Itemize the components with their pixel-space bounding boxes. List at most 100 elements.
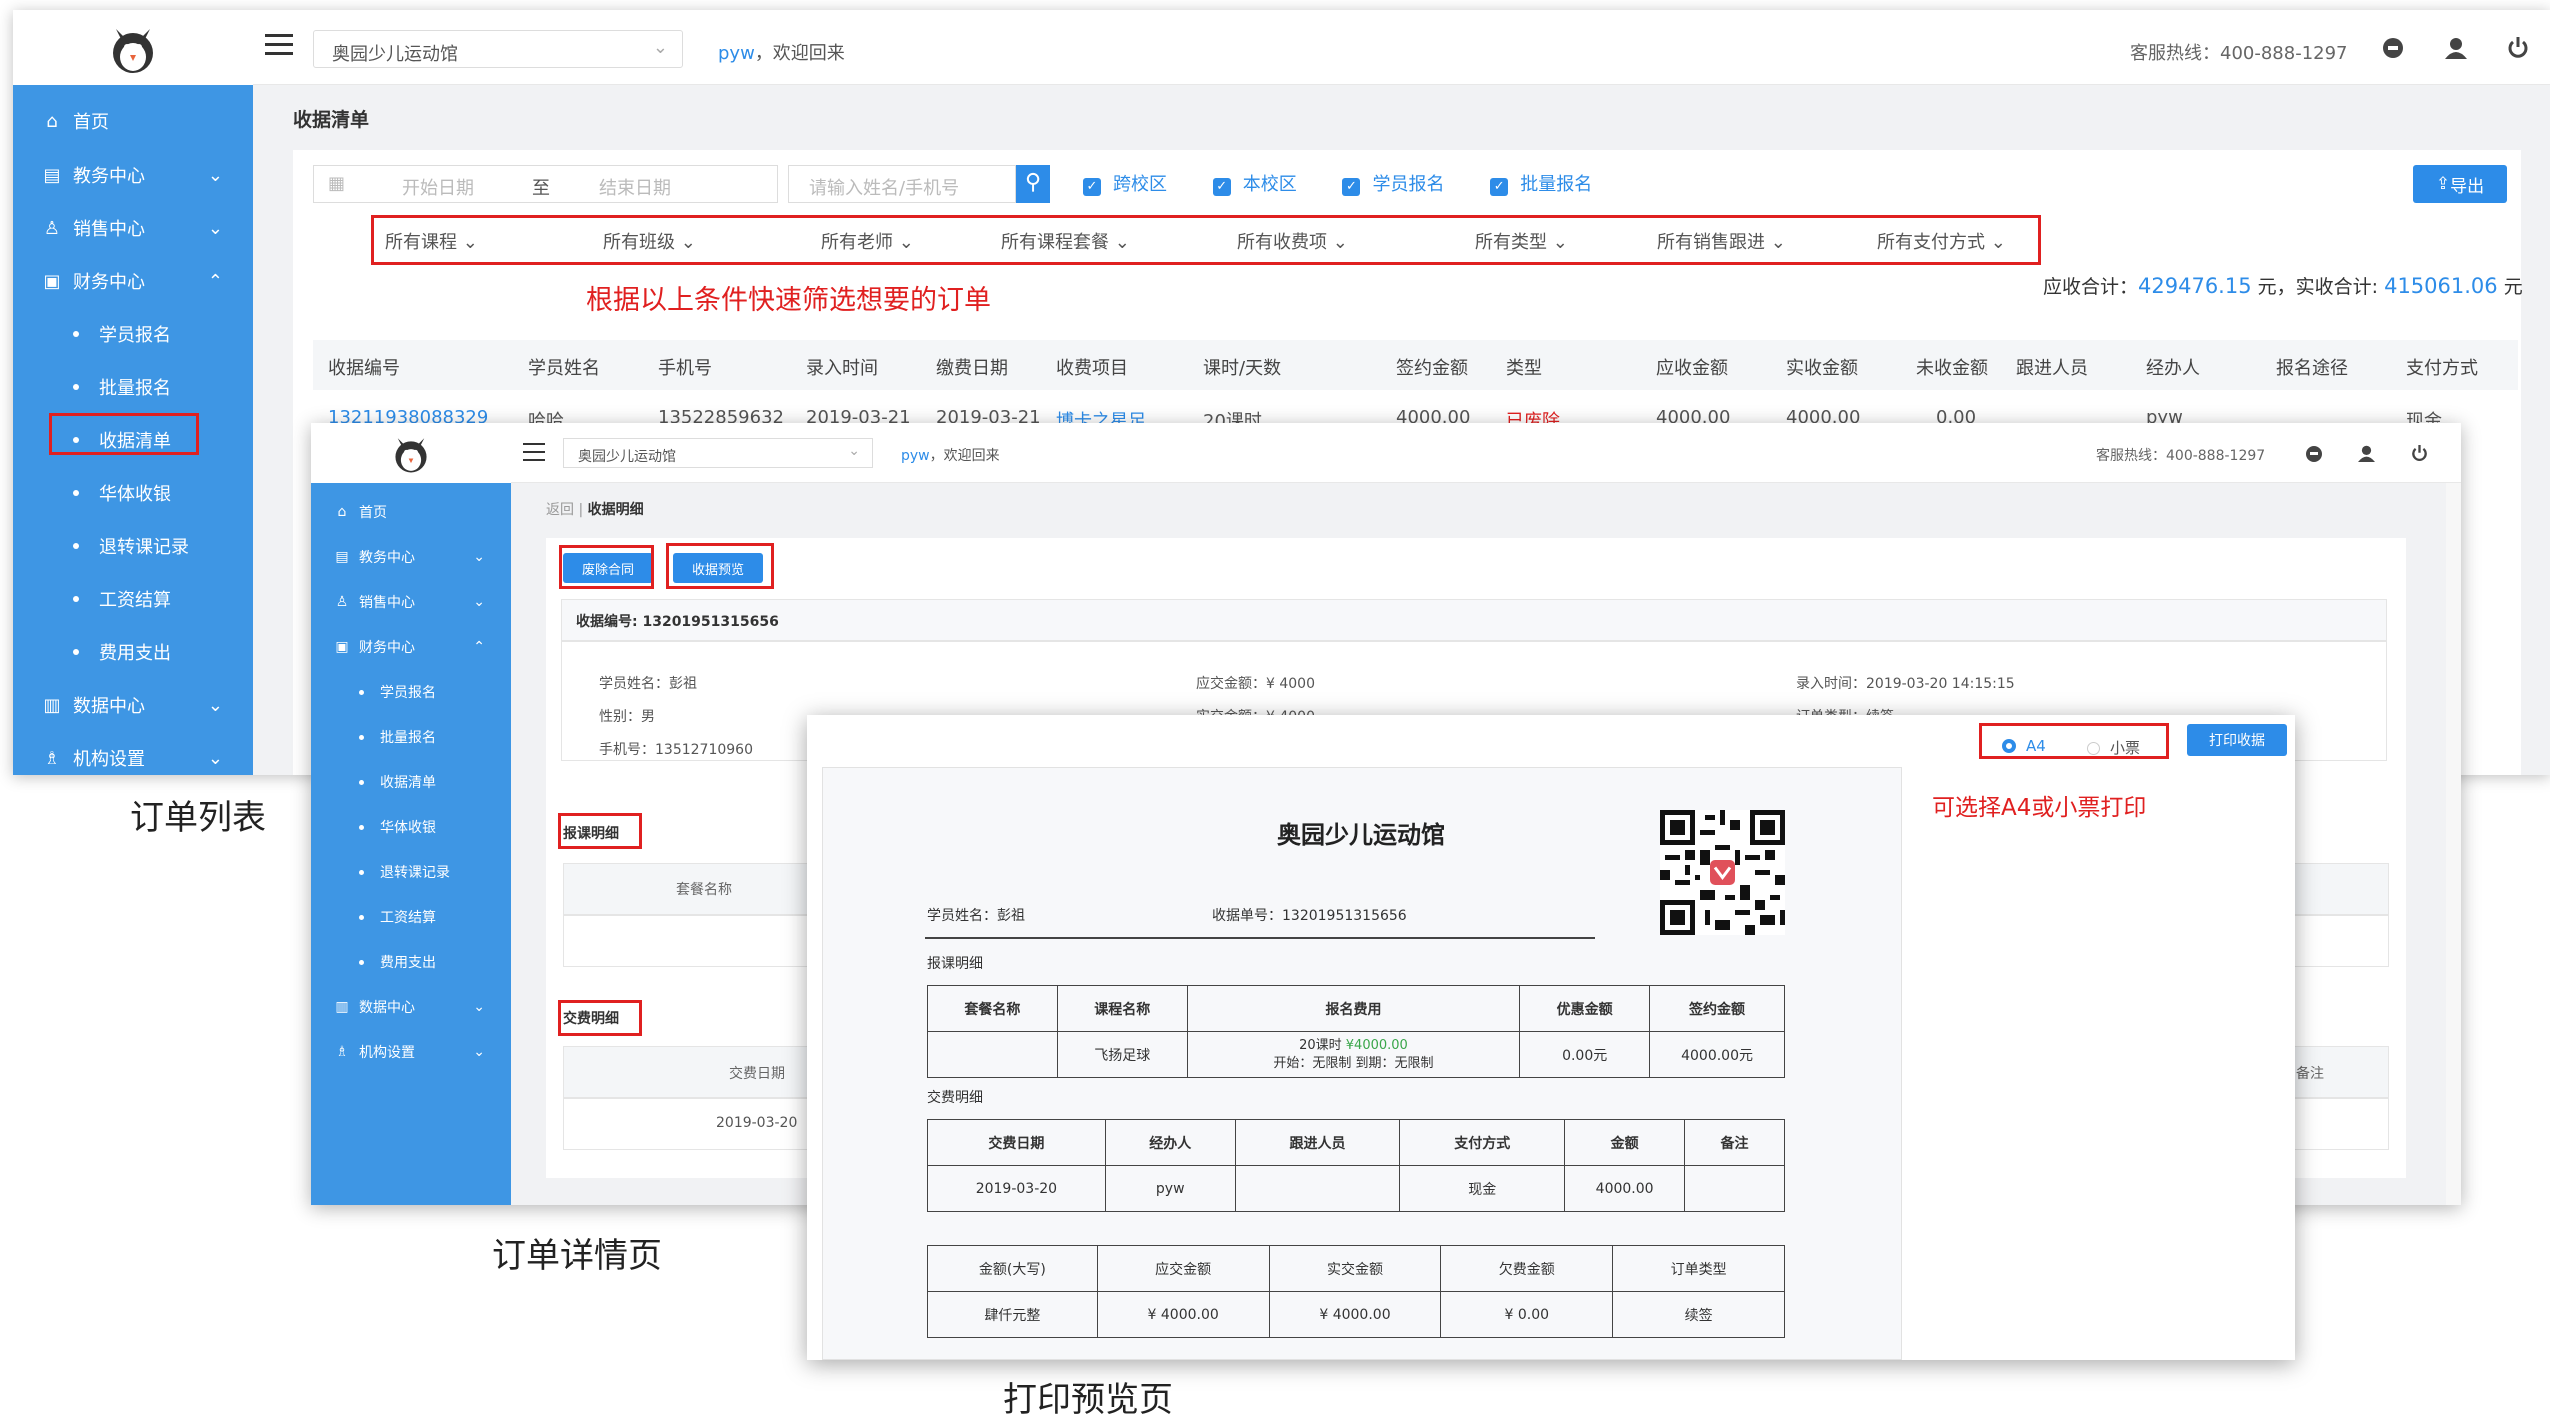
back-link[interactable]: 返回 [546, 502, 574, 518]
filter-annotation: 根据以上条件快速筛选想要的订单 [586, 285, 991, 316]
chevron-down-icon: ⌄ [473, 549, 485, 565]
menu-org[interactable]: ♗ 机构设置 ⌄ [311, 1037, 511, 1067]
submenu-item[interactable]: 费用支出 [311, 947, 511, 977]
scrollbar[interactable] [2446, 483, 2461, 1205]
print-annotation: 可选择A4或小票打印 [1932, 795, 2147, 821]
hamburger-icon[interactable] [265, 34, 293, 55]
chevron-up-icon: ⌃ [473, 639, 485, 655]
org-icon: ♗ [43, 747, 61, 769]
chevron-down-icon: ⌄ [207, 747, 223, 769]
submenu-item[interactable]: 华体收银 [13, 475, 253, 511]
checkbox-this-campus[interactable]: ✓ 本校区 [1212, 174, 1297, 196]
message-icon[interactable] [2306, 446, 2322, 462]
date-range[interactable]: ▦ 开始日期 至 结束日期 [313, 165, 778, 203]
welcome-text: pyw，欢迎回来 [718, 43, 845, 64]
filter-sales[interactable]: 所有销售跟进 ⌄ [1657, 228, 1786, 254]
submenu-item[interactable]: 费用支出 [13, 634, 253, 670]
top-bar: 奥园少儿运动馆 ⌄ pyw，欢迎回来 客服热线：400-888-1297 [311, 423, 2461, 483]
filter-package[interactable]: 所有课程套餐 ⌄ [1001, 228, 1130, 254]
home-icon: ⌂ [46, 110, 58, 132]
menu-finance[interactable]: ▣ 财务中心 ⌃ [13, 263, 253, 299]
breadcrumb: 返回 | 收据明细 [546, 502, 644, 518]
power-icon[interactable] [2507, 36, 2529, 64]
checkbox-cross-campus[interactable]: ✓ 跨校区 [1083, 174, 1167, 196]
submenu-item[interactable]: 学员报名 [13, 316, 253, 352]
print-preview-screenshot: A4 小票 打印收据 可选择A4或小票打印 奥园少儿运动馆 学员姓名：彭祖 收据… [807, 715, 2295, 1360]
search-icon[interactable]: ⚲ [1016, 165, 1050, 203]
print-course-table: 套餐名称 课程名称 报名费用 优惠金额 签约金额 飞扬足球 20课时 ¥4000… [927, 985, 1785, 1078]
hotline-text: 客服热线：400-888-1297 [2096, 448, 2266, 464]
submenu-item[interactable]: 工资结算 [13, 581, 253, 617]
home-icon: ⌂ [337, 504, 347, 520]
menu-academic[interactable]: ▤ 教务中心 ⌄ [13, 157, 253, 193]
submenu-item[interactable]: 工资结算 [311, 902, 511, 932]
chevron-down-icon: ⌄ [207, 694, 223, 716]
chevron-down-icon: ⌄ [207, 164, 223, 186]
divider [925, 937, 1595, 939]
top-bar: 奥园少儿运动馆 ⌄ pyw，欢迎回来 客服热线：400-888-1297 [13, 10, 2550, 85]
school-select[interactable]: 奥园少儿运动馆 ⌄ [313, 30, 683, 68]
menu-org[interactable]: ♗ 机构设置 ⌄ [13, 740, 253, 775]
penguin-logo-icon [113, 28, 153, 73]
user-icon[interactable] [2358, 445, 2375, 466]
totals: 应收合计：429476.15 元，实收合计: 415061.06 元 [2043, 274, 2523, 298]
filter-teacher[interactable]: 所有老师 ⌄ [821, 228, 914, 254]
qr-code-icon [1660, 810, 1785, 939]
menu-finance[interactable]: ▣ 财务中心 ⌃ [311, 632, 511, 662]
highlight-paper-options [1979, 723, 2169, 759]
chart-icon: ▥ [43, 694, 61, 716]
submenu-item[interactable]: 退转课记录 [311, 857, 511, 887]
submenu-item[interactable]: 批量报名 [13, 369, 253, 405]
chevron-down-icon: ⌄ [473, 999, 485, 1015]
menu-data[interactable]: ▥ 数据中心 ⌄ [311, 992, 511, 1022]
hotline-text: 客服热线：400-888-1297 [2130, 43, 2348, 64]
print-button[interactable]: 打印收据 [2187, 724, 2287, 756]
highlight-submenu [49, 413, 199, 455]
menu-home[interactable]: ⌂ 首页 [13, 103, 253, 139]
welcome-text: pyw，欢迎回来 [901, 448, 1000, 464]
search-input[interactable]: 请输入姓名/手机号 [788, 165, 1016, 203]
submenu-item[interactable]: 批量报名 [311, 722, 511, 752]
export-icon: ⇪ [2435, 174, 2451, 194]
chevron-up-icon: ⌃ [207, 270, 223, 292]
caption-detail: 订单详情页 [492, 1236, 662, 1276]
filter-class[interactable]: 所有班级 ⌄ [603, 228, 696, 254]
hamburger-icon[interactable] [523, 443, 545, 461]
caption-list: 订单列表 [130, 798, 266, 838]
print-pay-table: 交费日期 经办人 跟进人员 支付方式 金额 备注 2019-03-20 pyw … [927, 1119, 1785, 1212]
highlight-preview [666, 543, 774, 589]
menu-data[interactable]: ▥ 数据中心 ⌄ [13, 687, 253, 723]
chevron-down-icon: ⌄ [473, 594, 485, 610]
menu-sales[interactable]: ♙ 销售中心 ⌄ [13, 210, 253, 246]
filter-fee-item[interactable]: 所有收费项 ⌄ [1237, 228, 1348, 254]
submenu-item[interactable]: 学员报名 [311, 677, 511, 707]
message-icon[interactable] [2383, 38, 2403, 58]
user-icon[interactable] [2445, 37, 2467, 63]
filter-type[interactable]: 所有类型 ⌄ [1475, 228, 1568, 254]
page-title: 收据清单 [293, 109, 370, 131]
menu-academic[interactable]: ▤ 教务中心 ⌄ [311, 542, 511, 572]
chevron-down-icon: ⌄ [473, 1044, 485, 1060]
export-button[interactable]: ⇪ 导出 [2413, 165, 2507, 203]
checkbox-student-enroll[interactable]: ✓ 学员报名 [1342, 174, 1444, 196]
print-course-section: 报课明细 [927, 956, 983, 972]
submenu-item-active[interactable]: 收据清单 [311, 767, 511, 797]
submenu-item[interactable]: 华体收银 [311, 812, 511, 842]
checkbox-batch-enroll[interactable]: ✓ 批量报名 [1490, 174, 1592, 196]
submenu-item[interactable]: 退转课记录 [13, 528, 253, 564]
user-outline-icon: ♙ [335, 594, 349, 610]
school-select[interactable]: 奥园少儿运动馆 ⌄ [563, 438, 873, 468]
menu-home[interactable]: ⌂ 首页 [311, 497, 511, 527]
entry-time: 录入时间：2019-03-20 14:15:15 [1796, 676, 2015, 692]
chart-icon: ▥ [335, 999, 349, 1015]
power-icon[interactable] [2411, 444, 2428, 467]
filter-course[interactable]: 所有课程 ⌄ [385, 228, 478, 254]
filter-payment[interactable]: 所有支付方式 ⌄ [1877, 228, 2006, 254]
chevron-down-icon: ⌄ [652, 37, 668, 58]
print-pay-section: 交费明细 [927, 1090, 983, 1106]
org-icon: ♗ [335, 1044, 349, 1060]
wallet-icon: ▣ [335, 639, 349, 655]
menu-sales[interactable]: ♙ 销售中心 ⌄ [311, 587, 511, 617]
penguin-logo-icon [395, 438, 427, 473]
sidebar: ⌂ 首页 ▤ 教务中心 ⌄ ♙ 销售中心 ⌄ ▣ 财务中心 ⌃ 学员报名 批量报名 收据清单 … [311, 483, 511, 1205]
